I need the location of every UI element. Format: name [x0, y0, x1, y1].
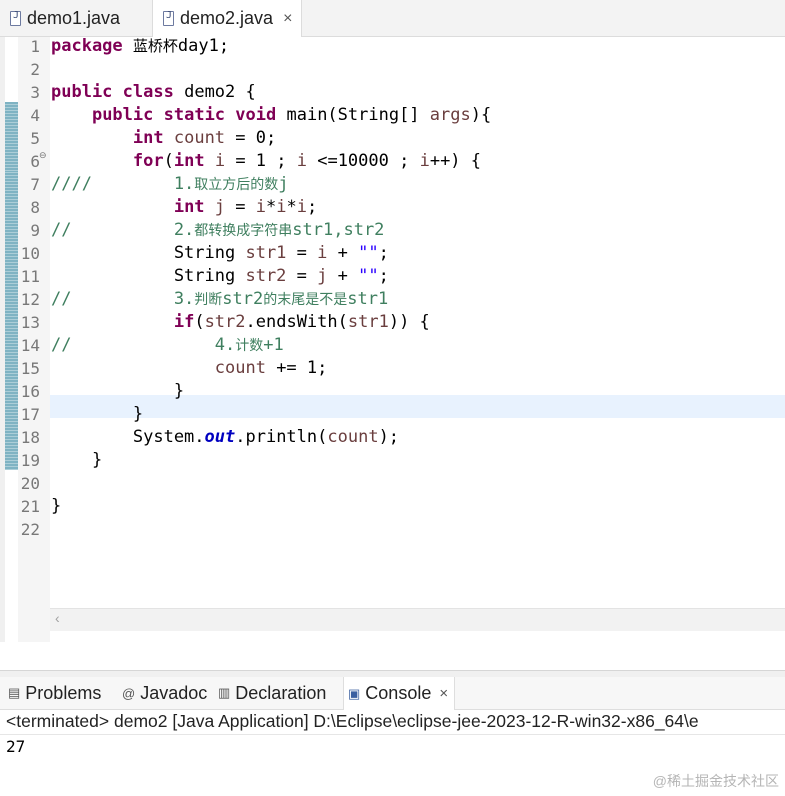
- tab-label: Problems: [25, 682, 102, 703]
- code-line-13[interactable]: if(str2.endsWith(str1)) {: [51, 311, 430, 334]
- code-line-15[interactable]: count += 1;: [51, 357, 328, 380]
- code-line-3[interactable]: public class demo2 {: [51, 81, 256, 104]
- close-icon[interactable]: ×: [283, 10, 292, 28]
- line-number: 20: [20, 474, 40, 493]
- line-number: 22: [20, 520, 40, 539]
- line-number: 8: [30, 198, 40, 217]
- line-number: 12: [20, 290, 40, 309]
- fold-collapse-icon[interactable]: ⊖: [39, 151, 47, 161]
- code-line-18[interactable]: System.out.println(count);: [51, 426, 399, 449]
- editor-tab-bar: demo1.java demo2.java ×: [0, 0, 785, 37]
- line-number: 13: [20, 313, 40, 332]
- code-line-21[interactable]: }: [51, 495, 61, 518]
- view-tab-bar: ▤ Problems @ Javadoc ▥ Declaration ▣ Con…: [0, 677, 785, 710]
- console-output[interactable]: 27: [6, 735, 25, 759]
- javadoc-icon: @: [122, 685, 136, 701]
- tab-demo1-java[interactable]: demo1.java: [0, 0, 152, 36]
- quick-diff-marker: [5, 171, 18, 470]
- line-number: 9: [30, 221, 40, 240]
- tab-javadoc[interactable]: @ Javadoc: [122, 677, 207, 709]
- horizontal-scrollbar[interactable]: [50, 608, 785, 631]
- code-line-4[interactable]: public static void main(String[] args){: [51, 104, 491, 127]
- tab-demo2-java[interactable]: demo2.java ×: [152, 0, 302, 37]
- scroll-left-icon[interactable]: ‹: [55, 610, 60, 626]
- code-line-10[interactable]: String str1 = i + "";: [51, 242, 389, 265]
- console-status-line: <terminated> demo2 [Java Application] D:…: [6, 711, 699, 731]
- tab-label: demo1.java: [27, 7, 121, 28]
- code-line-17[interactable]: }: [51, 403, 143, 426]
- code-line-6[interactable]: for(int i = 1 ; i <=10000 ; i++) {: [51, 150, 481, 173]
- problems-icon: ▤: [8, 685, 21, 700]
- watermark: @稀土掘金技术社区: [652, 773, 779, 789]
- line-number: 21: [20, 497, 40, 516]
- line-number: 19: [20, 451, 40, 470]
- java-file-icon: [163, 10, 174, 26]
- declaration-icon: ▥: [218, 685, 231, 700]
- code-line-5[interactable]: int count = 0;: [51, 127, 276, 150]
- line-number: 7: [30, 175, 40, 194]
- tab-label: demo2.java: [180, 8, 274, 28]
- code-line-16[interactable]: }: [51, 380, 184, 403]
- tab-label: Javadoc: [140, 682, 208, 703]
- code-line-19[interactable]: }: [51, 449, 102, 472]
- close-icon[interactable]: ×: [439, 685, 448, 702]
- line-number: 6: [30, 152, 40, 171]
- code-line-1[interactable]: package 蓝桥杯day1;: [51, 35, 229, 58]
- line-number: 2: [30, 60, 40, 79]
- console-icon: ▣: [348, 685, 361, 701]
- code-line-8[interactable]: int j = i*i*i;: [51, 196, 317, 219]
- tab-console[interactable]: ▣ Console ×: [343, 677, 456, 710]
- code-line-12[interactable]: // 3.判断str2的末尾是不是str1: [51, 288, 388, 311]
- line-number: 5: [30, 129, 40, 148]
- line-number: 15: [20, 359, 40, 378]
- code-line-7[interactable]: //// 1.取立方后的数j: [51, 173, 289, 196]
- line-number: 1: [30, 37, 40, 56]
- line-number: 17: [20, 405, 40, 424]
- code-editor[interactable]: ⊖ package 蓝桥杯day1; public class demo2 { …: [0, 35, 785, 642]
- line-number: 3: [30, 83, 40, 102]
- line-number: 14: [20, 336, 40, 355]
- tab-declaration[interactable]: ▥ Declaration: [218, 677, 326, 709]
- line-number: 10: [20, 244, 40, 263]
- tab-label: Console: [365, 683, 432, 703]
- divider: [0, 734, 785, 735]
- code-line-11[interactable]: String str2 = j + "";: [51, 265, 389, 288]
- java-file-icon: [10, 10, 21, 26]
- view-sash[interactable]: [0, 670, 785, 677]
- quick-diff-marker: [5, 102, 18, 171]
- tab-label: Declaration: [235, 682, 327, 703]
- line-number: 11: [20, 267, 40, 286]
- line-number: 18: [20, 428, 40, 447]
- tab-problems[interactable]: ▤ Problems: [8, 677, 101, 709]
- code-line-9[interactable]: // 2.都转换成字符串str1,str2: [51, 219, 384, 242]
- line-number: 16: [20, 382, 40, 401]
- line-number: 4: [30, 106, 40, 125]
- code-line-14[interactable]: // 4.计数+1: [51, 334, 284, 357]
